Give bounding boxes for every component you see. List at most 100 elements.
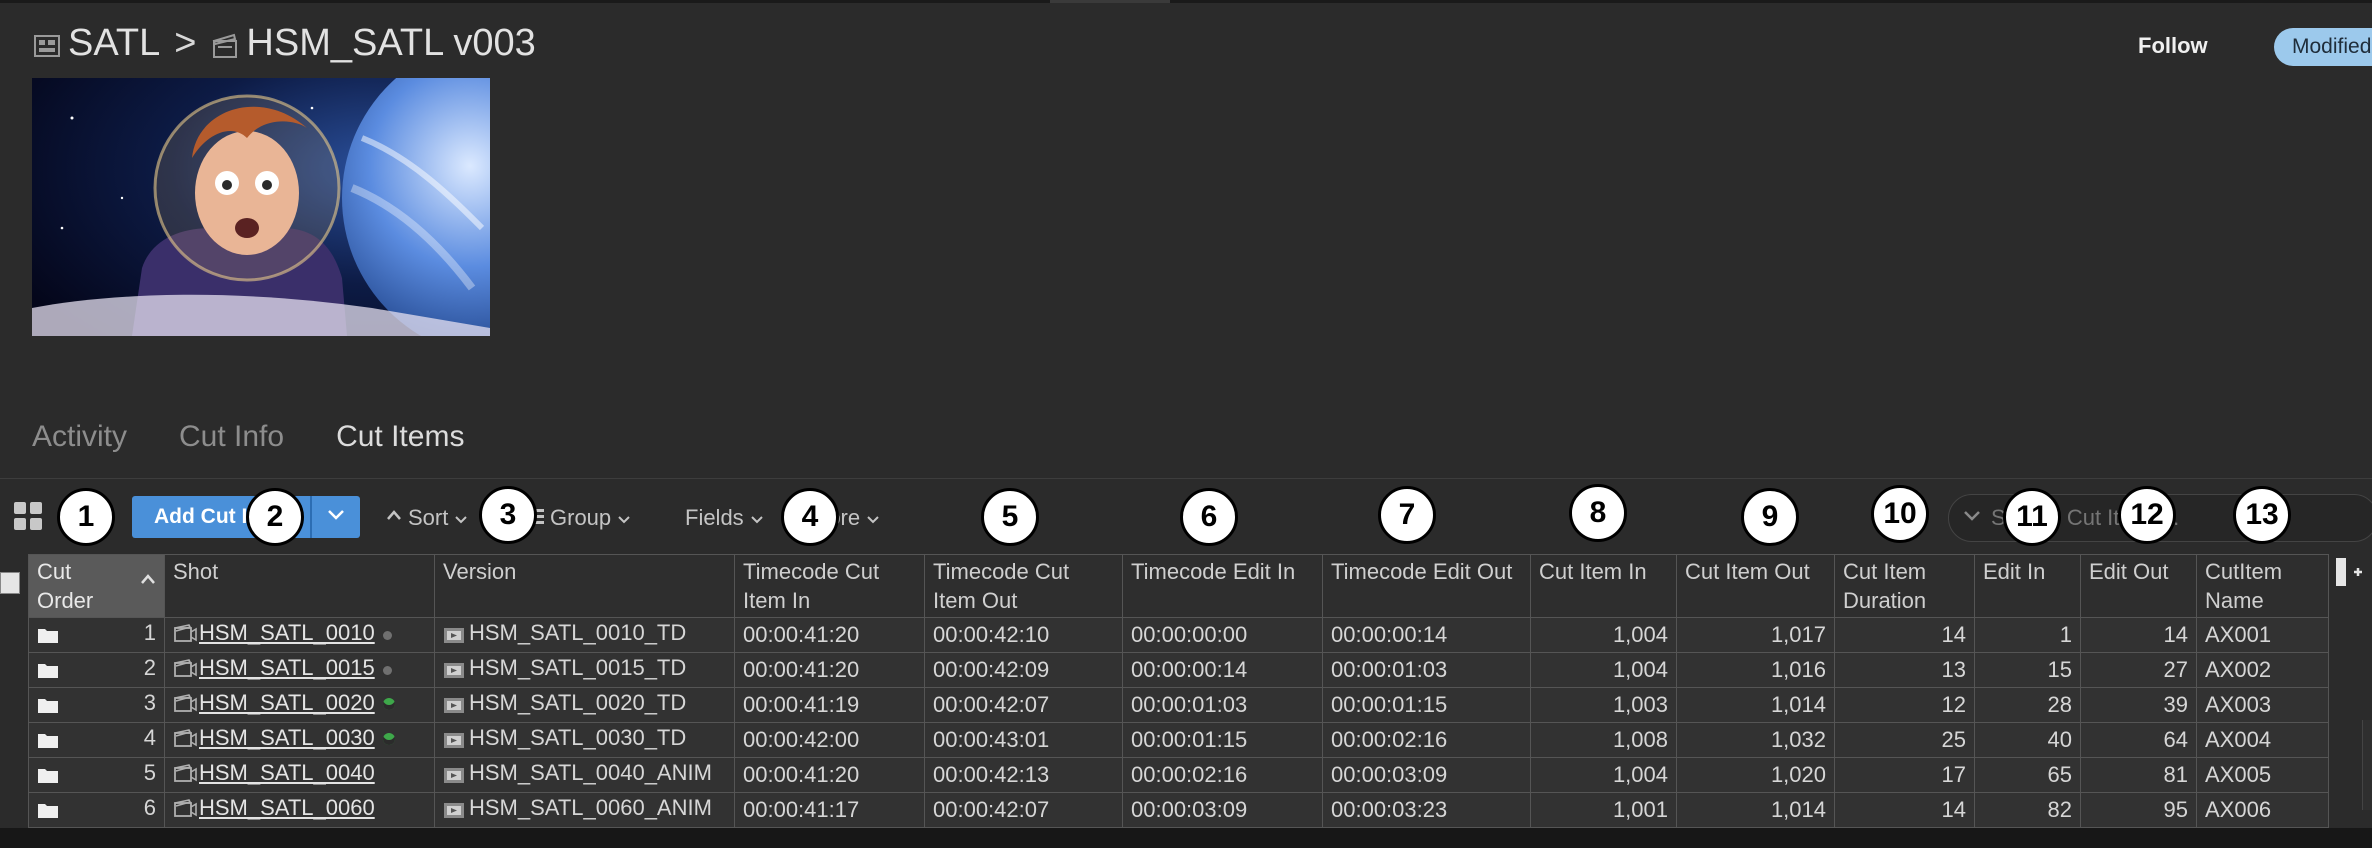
tc-cut-in-cell[interactable]: 00:00:41:20	[734, 617, 925, 653]
table-row[interactable]: 5 HSM_SATL_0040 HSM_SATL_0040_ANIM 00:00:41…	[28, 757, 2329, 793]
tc-cut-in-cell[interactable]: 00:00:42:00	[734, 722, 925, 758]
edit-in-cell[interactable]: 1	[1974, 617, 2081, 653]
version-cell[interactable]: HSM_SATL_0020_TD	[434, 687, 735, 723]
edit-out-cell[interactable]: 95	[2080, 792, 2197, 828]
shot-cell[interactable]: HSM_SATL_0010	[164, 617, 435, 653]
name-cell[interactable]: AX003	[2196, 687, 2329, 723]
cut-out-cell[interactable]: 1,016	[1676, 652, 1835, 688]
tc-edit-in-cell[interactable]: 00:00:03:09	[1122, 792, 1323, 828]
column-header-edit-in[interactable]: Edit In	[1974, 554, 2081, 618]
name-cell[interactable]: AX004	[2196, 722, 2329, 758]
add-cut-item-dropdown[interactable]	[312, 496, 360, 538]
cut-thumbnail[interactable]	[32, 78, 490, 336]
shot-link[interactable]: HSM_SATL_0010	[199, 620, 375, 645]
group-menu[interactable]: Group	[530, 502, 631, 534]
tc-cut-in-cell[interactable]: 00:00:41:20	[734, 652, 925, 688]
cut-out-cell[interactable]: 1,032	[1676, 722, 1835, 758]
tab-cut-info[interactable]: Cut Info	[179, 420, 284, 470]
version-cell[interactable]: HSM_SATL_0030_TD	[434, 722, 735, 758]
column-header-tc-edit-in[interactable]: Timecode Edit In	[1122, 554, 1323, 618]
chevron-down-icon[interactable]	[1963, 509, 1981, 527]
tc-edit-in-cell[interactable]: 00:00:01:15	[1122, 722, 1323, 758]
shot-cell[interactable]: HSM_SATL_0040	[164, 757, 435, 793]
shot-cell[interactable]: HSM_SATL_0020	[164, 687, 435, 723]
name-cell[interactable]: AX006	[2196, 792, 2329, 828]
table-row[interactable]: 1 HSM_SATL_0010 HSM_SATL_0010_TD 00:00:41:2…	[28, 617, 2329, 653]
duration-cell[interactable]: 12	[1834, 687, 1975, 723]
duration-cell[interactable]: 17	[1834, 757, 1975, 793]
cut-order-cell[interactable]: 4	[28, 722, 165, 758]
edit-out-cell[interactable]: 64	[2080, 722, 2197, 758]
tc-edit-in-cell[interactable]: 00:00:02:16	[1122, 757, 1323, 793]
edit-in-cell[interactable]: 28	[1974, 687, 2081, 723]
vertical-scrollbar[interactable]	[2362, 720, 2372, 810]
grid-view-icon[interactable]	[14, 502, 42, 530]
cut-in-cell[interactable]: 1,004	[1530, 757, 1677, 793]
table-row[interactable]: 3 HSM_SATL_0020 HSM_SATL_0020_TD 00:00:41:1…	[28, 687, 2329, 723]
column-header-cutitem-name[interactable]: CutItem Name	[2196, 554, 2329, 618]
cut-out-cell[interactable]: 1,017	[1676, 617, 1835, 653]
cut-order-cell[interactable]: 3	[28, 687, 165, 723]
edit-in-cell[interactable]: 82	[1974, 792, 2081, 828]
duration-cell[interactable]: 25	[1834, 722, 1975, 758]
name-cell[interactable]: AX001	[2196, 617, 2329, 653]
cut-out-cell[interactable]: 1,014	[1676, 687, 1835, 723]
shot-link[interactable]: HSM_SATL_0020	[199, 690, 375, 715]
name-cell[interactable]: AX005	[2196, 757, 2329, 793]
table-row[interactable]: 4 HSM_SATL_0030 HSM_SATL_0030_TD 00:00:42:0…	[28, 722, 2329, 758]
cut-in-cell[interactable]: 1,003	[1530, 687, 1677, 723]
follow-button[interactable]: Follow	[2124, 28, 2222, 64]
tc-cut-out-cell[interactable]: 00:00:43:01	[924, 722, 1123, 758]
edit-out-cell[interactable]: 39	[2080, 687, 2197, 723]
tab-cut-items[interactable]: Cut Items	[336, 420, 464, 470]
cut-in-cell[interactable]: 1,001	[1530, 792, 1677, 828]
column-header-cut-item-out[interactable]: Cut Item Out	[1676, 554, 1835, 618]
column-header-tc-cut-out[interactable]: Timecode Cut Item Out	[924, 554, 1123, 618]
tc-cut-out-cell[interactable]: 00:00:42:07	[924, 687, 1123, 723]
sort-menu[interactable]: Sort	[386, 502, 468, 534]
cut-in-cell[interactable]: 1,008	[1530, 722, 1677, 758]
cut-in-cell[interactable]: 1,004	[1530, 652, 1677, 688]
column-header-cut-item-duration[interactable]: Cut Item Duration	[1834, 554, 1975, 618]
column-header-version[interactable]: Version	[434, 554, 735, 618]
edit-in-cell[interactable]: 40	[1974, 722, 2081, 758]
status-badge[interactable]: Modified	[2274, 28, 2372, 66]
add-column-icon[interactable]	[2334, 556, 2364, 590]
cut-order-cell[interactable]: 1	[28, 617, 165, 653]
tc-cut-out-cell[interactable]: 00:00:42:07	[924, 792, 1123, 828]
shot-cell[interactable]: HSM_SATL_0015	[164, 652, 435, 688]
shot-link[interactable]: HSM_SATL_0040	[199, 760, 375, 785]
tc-edit-in-cell[interactable]: 00:00:01:03	[1122, 687, 1323, 723]
shot-cell[interactable]: HSM_SATL_0060	[164, 792, 435, 828]
table-row[interactable]: 6 HSM_SATL_0060 HSM_SATL_0060_ANIM 00:00:41…	[28, 792, 2329, 828]
column-header-edit-out[interactable]: Edit Out	[2080, 554, 2197, 618]
cut-order-cell[interactable]: 6	[28, 792, 165, 828]
tc-edit-out-cell[interactable]: 00:00:01:03	[1322, 652, 1531, 688]
edit-in-cell[interactable]: 65	[1974, 757, 2081, 793]
version-cell[interactable]: HSM_SATL_0060_ANIM	[434, 792, 735, 828]
tc-edit-out-cell[interactable]: 00:00:03:09	[1322, 757, 1531, 793]
duration-cell[interactable]: 13	[1834, 652, 1975, 688]
name-cell[interactable]: AX002	[2196, 652, 2329, 688]
tc-edit-out-cell[interactable]: 00:00:03:23	[1322, 792, 1531, 828]
tab-activity[interactable]: Activity	[32, 420, 127, 470]
edit-out-cell[interactable]: 81	[2080, 757, 2197, 793]
version-cell[interactable]: HSM_SATL_0040_ANIM	[434, 757, 735, 793]
tc-edit-in-cell[interactable]: 00:00:00:00	[1122, 617, 1323, 653]
breadcrumb-project[interactable]: SATL	[68, 22, 160, 65]
cut-out-cell[interactable]: 1,014	[1676, 792, 1835, 828]
duration-cell[interactable]: 14	[1834, 792, 1975, 828]
fields-menu[interactable]: Fields	[685, 502, 764, 534]
column-header-shot[interactable]: Shot	[164, 554, 435, 618]
cut-order-cell[interactable]: 5	[28, 757, 165, 793]
tc-edit-out-cell[interactable]: 00:00:02:16	[1322, 722, 1531, 758]
shot-link[interactable]: HSM_SATL_0015	[199, 655, 375, 680]
shot-link[interactable]: HSM_SATL_0060	[199, 795, 375, 820]
duration-cell[interactable]: 14	[1834, 617, 1975, 653]
tc-edit-out-cell[interactable]: 00:00:00:14	[1322, 617, 1531, 653]
edit-out-cell[interactable]: 27	[2080, 652, 2197, 688]
version-cell[interactable]: HSM_SATL_0010_TD	[434, 617, 735, 653]
column-header-tc-cut-in[interactable]: Timecode Cut Item In	[734, 554, 925, 618]
cut-order-cell[interactable]: 2	[28, 652, 165, 688]
cut-in-cell[interactable]: 1,004	[1530, 617, 1677, 653]
